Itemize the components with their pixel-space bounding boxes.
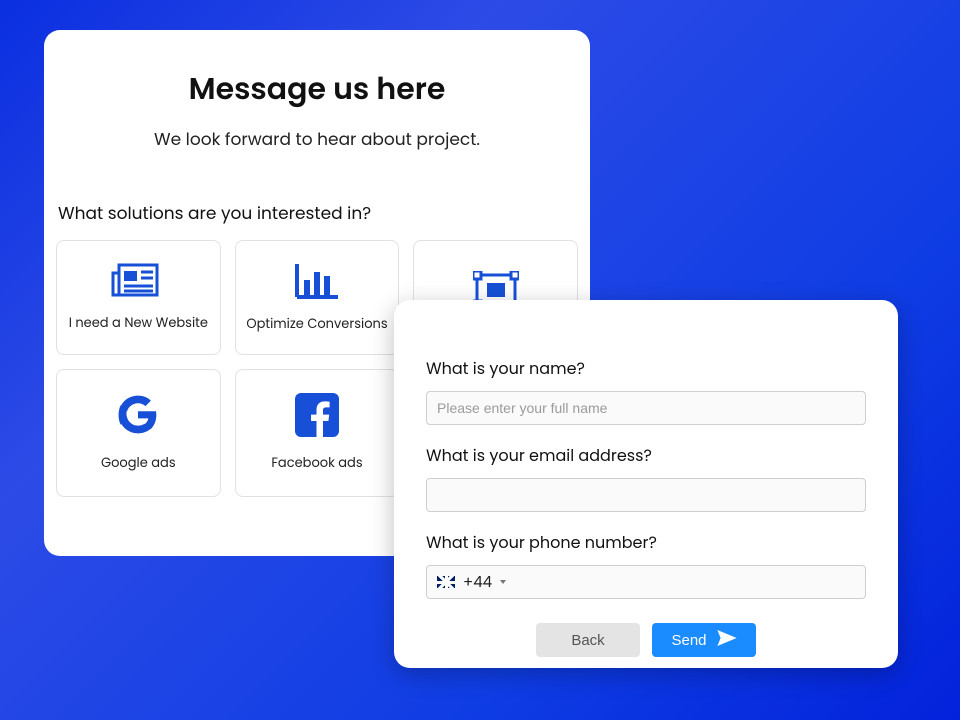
tile-google-ads[interactable]: Google ads	[56, 369, 221, 497]
bar-chart-icon	[294, 262, 340, 300]
facebook-icon	[295, 393, 339, 437]
dial-code: +44	[463, 571, 492, 594]
button-row: Back Send	[426, 623, 866, 657]
tile-label: Google ads	[101, 453, 176, 473]
tile-facebook-ads[interactable]: Facebook ads	[235, 369, 400, 497]
send-icon	[717, 630, 737, 650]
uk-flag-icon	[437, 576, 455, 588]
email-label: What is your email address?	[426, 443, 866, 468]
phone-label: What is your phone number?	[426, 530, 866, 555]
send-button-label: Send	[671, 632, 706, 649]
tile-label: Optimize Conversions	[246, 314, 387, 334]
tile-label: I need a New Website	[69, 313, 208, 333]
newspaper-icon	[111, 263, 165, 299]
back-button[interactable]: Back	[536, 623, 640, 657]
chevron-down-icon	[500, 580, 506, 584]
phone-input[interactable]: +44	[426, 565, 866, 599]
contact-form-card: What is your name? What is your email ad…	[394, 300, 898, 668]
name-label: What is your name?	[426, 356, 866, 381]
card-title: Message us here	[56, 66, 578, 112]
solutions-question: What solutions are you interested in?	[58, 200, 578, 226]
email-input[interactable]	[426, 478, 866, 512]
tile-optimize-conversions[interactable]: Optimize Conversions	[235, 240, 400, 355]
tile-label: Facebook ads	[271, 453, 362, 473]
tile-new-website[interactable]: I need a New Website	[56, 240, 221, 355]
card-subtitle: We look forward to hear about project.	[56, 126, 578, 152]
google-icon	[116, 393, 160, 437]
send-button[interactable]: Send	[652, 623, 756, 657]
name-input[interactable]	[426, 391, 866, 425]
